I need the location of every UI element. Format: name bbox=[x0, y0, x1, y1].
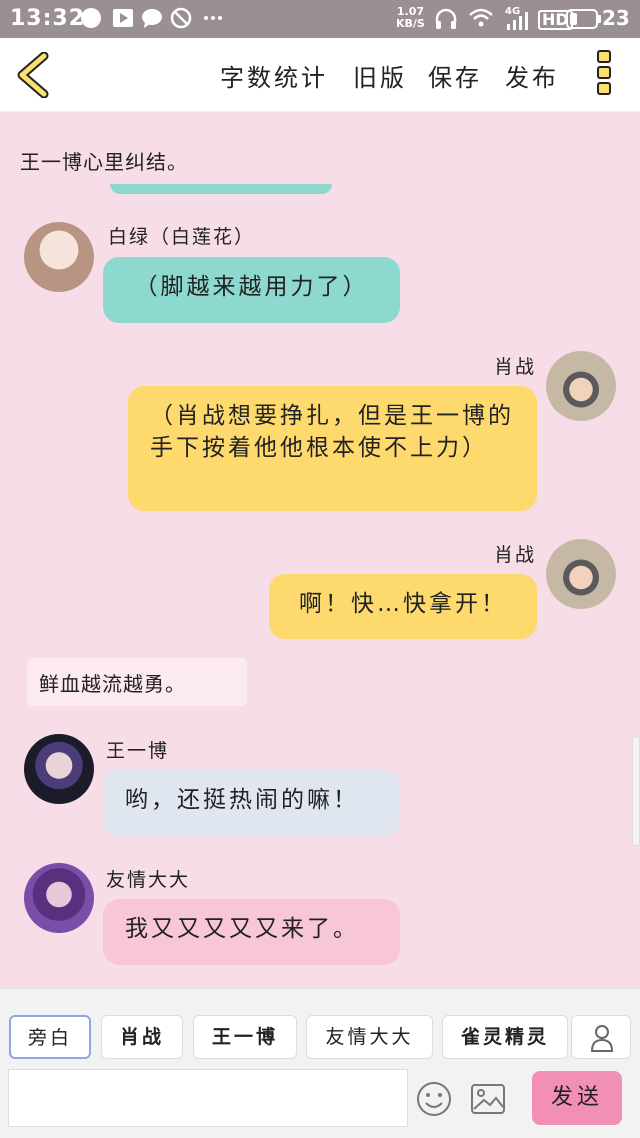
message-bubble[interactable]: 哟，还挺热闹的嘛！ bbox=[103, 770, 400, 836]
battery-icon bbox=[566, 9, 601, 29]
narration[interactable]: 鲜血越流越勇。 bbox=[27, 658, 247, 706]
role-narrator[interactable]: 旁白 bbox=[9, 1015, 91, 1059]
message-bubble[interactable]: 啊！快…快拿开！ bbox=[269, 574, 537, 639]
back-arrow-icon[interactable] bbox=[14, 52, 54, 98]
publish-button[interactable]: 发布 bbox=[505, 58, 559, 93]
narration[interactable]: 王一博心里纠结。 bbox=[6, 134, 202, 187]
menu-icon[interactable] bbox=[591, 50, 617, 102]
sender-name: 肖战 bbox=[494, 356, 537, 378]
save-button[interactable]: 保存 bbox=[428, 58, 482, 93]
sender-name: 白绿（白莲花） bbox=[108, 226, 256, 248]
battery-level: 23 bbox=[602, 6, 630, 30]
more-icon bbox=[204, 16, 222, 20]
signal-icon bbox=[507, 12, 528, 30]
role-youqingdada[interactable]: 友情大大 bbox=[306, 1015, 433, 1059]
avatar-xiaozhan[interactable] bbox=[546, 539, 616, 609]
image-icon[interactable] bbox=[470, 1083, 506, 1115]
message-bubble[interactable]: （脚越来越用力了） bbox=[103, 257, 400, 323]
old-version-button[interactable]: 旧版 bbox=[353, 58, 407, 93]
speed-unit: KB/S bbox=[396, 17, 425, 30]
no-disturb-icon bbox=[170, 7, 192, 29]
emoji-icon[interactable] bbox=[416, 1081, 452, 1117]
status-time: 13:32 bbox=[10, 6, 86, 31]
avatar-wangyibo[interactable] bbox=[24, 734, 94, 804]
chat-bubble-icon bbox=[142, 9, 162, 28]
headphone-icon bbox=[435, 8, 457, 29]
message-bubble[interactable] bbox=[110, 184, 332, 194]
chat-area: 王一博心里纠结。 白绿（白莲花） （脚越来越用力了） 肖战 （肖战想要挣扎，但是… bbox=[0, 112, 640, 988]
status-bar: 13:32 1.07 KB/S 4G HD 23 bbox=[0, 0, 640, 38]
message-icon bbox=[81, 8, 101, 28]
avatar-youqingdada[interactable] bbox=[24, 863, 94, 933]
message-bubble[interactable]: 我又又又又又来了。 bbox=[103, 899, 400, 965]
send-button[interactable]: 发送 bbox=[532, 1071, 622, 1125]
sender-name: 肖战 bbox=[494, 544, 537, 566]
sender-name: 友情大大 bbox=[106, 869, 191, 891]
wifi-icon bbox=[469, 8, 493, 27]
message-input[interactable] bbox=[8, 1069, 408, 1127]
input-panel: 旁白 肖战 王一博 友情大大 雀灵精灵 发送 bbox=[0, 988, 640, 1138]
scroll-handle[interactable] bbox=[632, 736, 640, 846]
role-wangyibo[interactable]: 王一博 bbox=[193, 1015, 297, 1059]
word-count-button[interactable]: 字数统计 bbox=[220, 58, 328, 93]
role-xiaozhan[interactable]: 肖战 bbox=[101, 1015, 183, 1059]
person-icon bbox=[590, 1025, 614, 1052]
role-queling[interactable]: 雀灵精灵 bbox=[442, 1015, 568, 1059]
avatar-bailv[interactable] bbox=[24, 222, 94, 292]
editor-toolbar: 字数统计 旧版 保存 发布 bbox=[0, 38, 640, 112]
add-role-button[interactable] bbox=[571, 1015, 631, 1059]
network-speed: 1.07 KB/S bbox=[396, 6, 425, 30]
avatar-xiaozhan[interactable] bbox=[546, 351, 616, 421]
video-icon bbox=[113, 9, 133, 27]
message-bubble[interactable]: （肖战想要挣扎，但是王一博的手下按着他他根本使不上力） bbox=[128, 386, 537, 511]
sender-name: 王一博 bbox=[106, 740, 170, 762]
